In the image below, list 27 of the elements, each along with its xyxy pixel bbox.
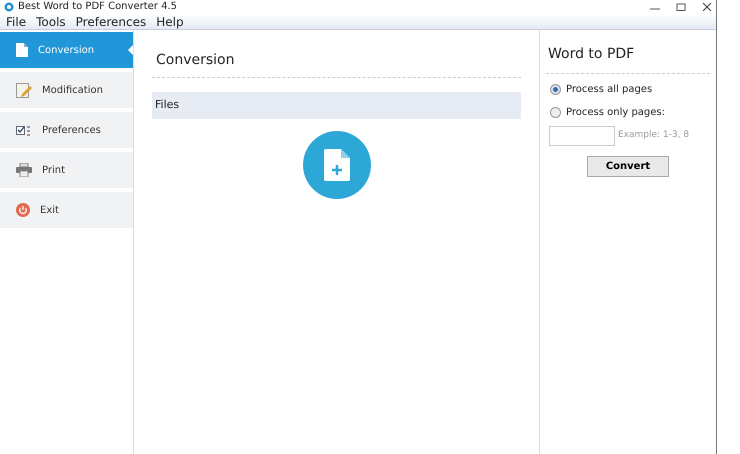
menu-item[interactable]: File bbox=[6, 12, 26, 30]
checklist-icon bbox=[16, 124, 32, 136]
document-icon bbox=[16, 43, 28, 57]
window-title: Best Word to PDF Converter 4.5 bbox=[18, 1, 177, 13]
power-icon bbox=[16, 203, 30, 217]
convert-button[interactable]: Convert bbox=[586, 156, 670, 177]
menu-item[interactable]: Preferences bbox=[76, 12, 146, 30]
section-title: Conversion bbox=[152, 50, 521, 78]
files-header: Files bbox=[152, 92, 521, 118]
printer-icon bbox=[16, 163, 32, 177]
pages-input-field[interactable] bbox=[549, 126, 615, 146]
radio-label: Process all pages bbox=[566, 83, 652, 97]
menu-item[interactable]: Help bbox=[156, 12, 184, 30]
panel-title: Word to PDF bbox=[546, 44, 710, 74]
sidebar-item[interactable]: Modification bbox=[0, 72, 133, 108]
file-plus-icon bbox=[324, 148, 350, 180]
menu-item[interactable]: Tools bbox=[36, 12, 66, 30]
radio-label: Process only pages: bbox=[566, 106, 665, 120]
close-icon[interactable] bbox=[702, 3, 712, 11]
sidebar-item[interactable]: Preferences bbox=[0, 112, 133, 148]
sidebar-item[interactable]: Exit bbox=[0, 192, 133, 228]
maximize-icon[interactable] bbox=[676, 3, 686, 11]
pencil-note-icon bbox=[16, 82, 32, 98]
radio-button[interactable] bbox=[550, 107, 561, 118]
radio-button[interactable] bbox=[550, 84, 561, 95]
example-hint: Example: 1-3, 8 bbox=[618, 129, 690, 142]
sidebar-item[interactable]: Print bbox=[0, 152, 133, 188]
